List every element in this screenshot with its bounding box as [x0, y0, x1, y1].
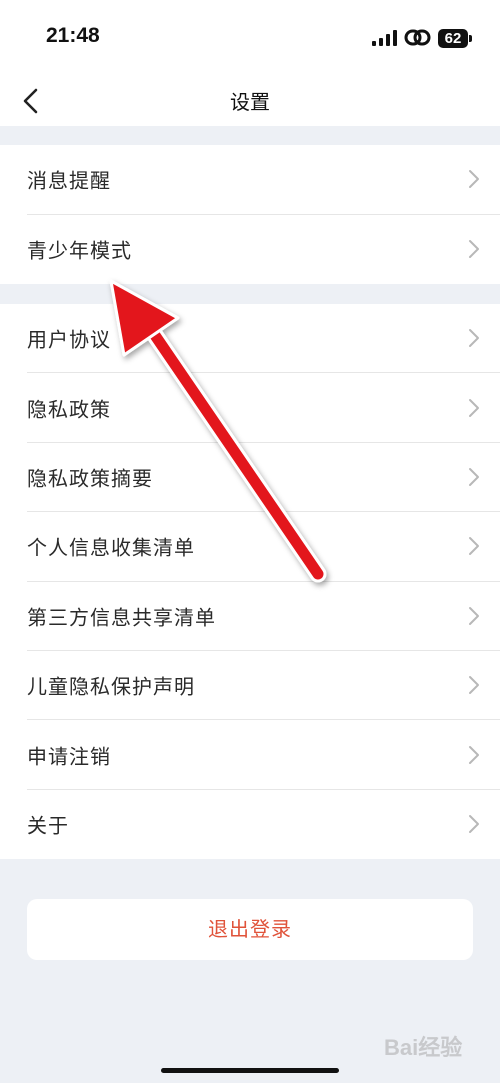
chevron-right-icon	[469, 467, 479, 486]
page-title: 设置	[230, 90, 270, 114]
settings-item-message-reminder[interactable]: 消息提醒	[27, 145, 500, 215]
settings-item-about[interactable]: 关于	[27, 790, 500, 859]
settings-item-label: 隐私政策摘要	[27, 466, 153, 491]
status-time: 21:48	[46, 24, 100, 47]
settings-item-label: 第三方信息共享清单	[27, 605, 216, 630]
chevron-right-icon	[469, 815, 479, 834]
settings-item-label: 申请注销	[27, 744, 111, 769]
settings-item-personal-info-list[interactable]: 个人信息收集清单	[27, 512, 500, 582]
chevron-right-icon	[469, 745, 479, 764]
chevron-right-icon	[469, 240, 479, 259]
settings-item-label: 隐私政策	[27, 397, 111, 422]
battery-icon: 62	[438, 29, 468, 48]
battery-tip	[469, 35, 472, 42]
status-bar: 21:48 62	[0, 0, 500, 78]
settings-item-third-party-sharing[interactable]: 第三方信息共享清单	[27, 582, 500, 651]
settings-item-label: 个人信息收集清单	[27, 535, 195, 560]
chevron-right-icon	[469, 606, 479, 625]
logout-button[interactable]: 退出登录	[27, 899, 473, 960]
watermark: Bai经验	[384, 1030, 462, 1062]
chevron-right-icon	[469, 170, 479, 189]
settings-item-label: 青少年模式	[27, 238, 132, 263]
settings-item-youth-mode[interactable]: 青少年模式	[27, 215, 500, 285]
settings-group-1: 消息提醒 青少年模式	[0, 145, 500, 284]
settings-item-cancel-account[interactable]: 申请注销	[27, 720, 500, 790]
settings-group-2: 用户协议 隐私政策 隐私政策摘要 个人信息收集清单 第三方信息共享清单 儿童隐私…	[0, 304, 500, 859]
settings-item-label: 儿童隐私保护声明	[27, 674, 195, 699]
settings-item-user-agreement[interactable]: 用户协议	[27, 304, 500, 374]
settings-item-privacy-policy[interactable]: 隐私政策	[27, 373, 500, 443]
nav-bar: 设置	[0, 78, 500, 126]
chevron-right-icon	[469, 398, 479, 417]
link-icon	[404, 29, 431, 46]
chevron-right-icon	[469, 537, 479, 556]
settings-item-label: 关于	[27, 813, 69, 838]
chevron-right-icon	[469, 329, 479, 348]
signal-icon	[372, 30, 397, 46]
home-indicator	[161, 1068, 339, 1073]
settings-item-label: 用户协议	[27, 327, 111, 352]
settings-item-privacy-summary[interactable]: 隐私政策摘要	[27, 443, 500, 513]
settings-item-label: 消息提醒	[27, 168, 111, 193]
watermark-text: Bai经验	[384, 1035, 463, 1060]
settings-item-child-privacy[interactable]: 儿童隐私保护声明	[27, 651, 500, 721]
chevron-right-icon	[469, 676, 479, 695]
